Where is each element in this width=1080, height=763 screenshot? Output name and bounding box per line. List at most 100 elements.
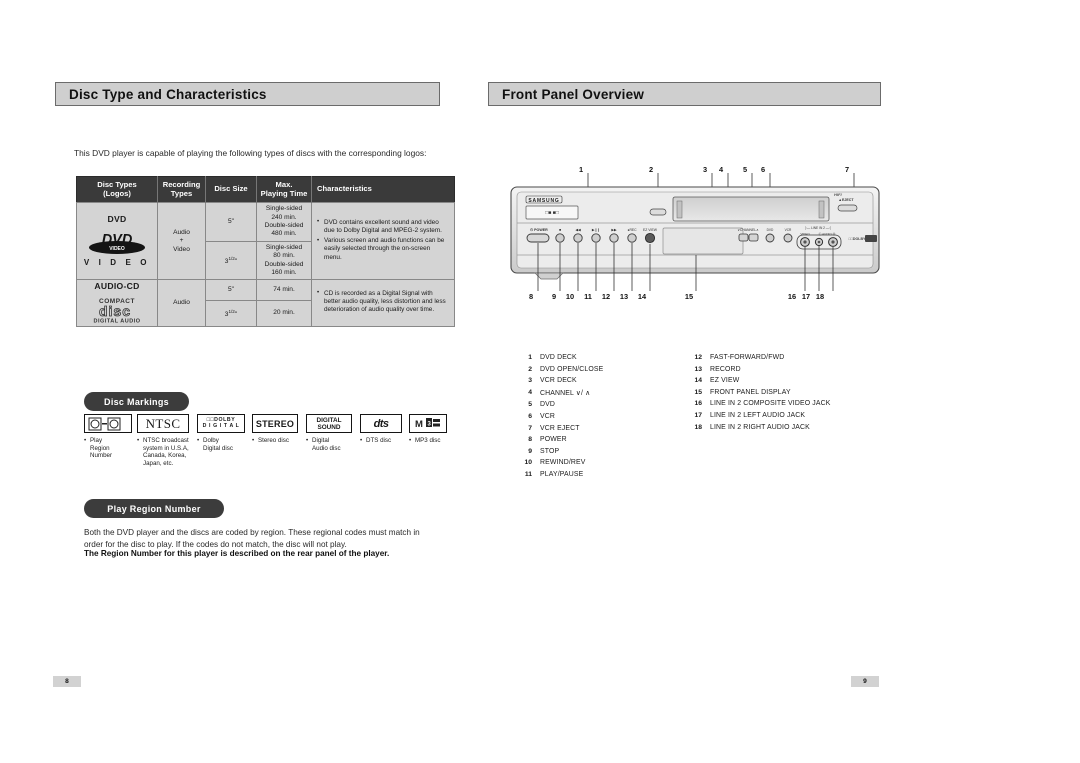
callout-11: 11: [584, 292, 592, 301]
callout-2: 2: [648, 165, 654, 174]
manual-spread: Disc Type and Characteristics This DVD p…: [0, 0, 1080, 763]
col-characteristics: Characteristics: [311, 176, 455, 203]
compact-disc-digital-audio-logo-icon: COMPACT disc DIGITAL AUDIO: [93, 298, 140, 324]
marking-mp3: M 3 MP3 disc: [409, 414, 447, 445]
front-panel-legend-right: 12 FAST-FORWARD/FWD 13 RECORD 14 EZ VIEW 15…: [688, 354, 883, 435]
ntsc-logo-icon: NTSC: [137, 414, 189, 433]
legend-item: 3 VCR DECK: [528, 377, 577, 385]
disc-type-table: Disc Types (Logos) Recording Types Disc …: [76, 176, 455, 327]
dts-logo-icon: dts: [360, 414, 402, 433]
svg-text:SAMSUNG: SAMSUNG: [528, 198, 559, 204]
callout-7: 7: [844, 165, 850, 174]
callout-13: 13: [619, 292, 629, 301]
intro-paragraph: This DVD player is capable of playing th…: [74, 148, 427, 158]
cell-audiocd-time-2: 20 min.: [256, 300, 312, 327]
svg-text:⏻ POWER: ⏻ POWER: [530, 228, 548, 232]
svg-text:EZ VIEW: EZ VIEW: [643, 228, 658, 232]
col-max-playing-time: Max. Playing Time: [256, 176, 312, 203]
page-number-left: 8: [53, 676, 81, 687]
callout-4: 4: [718, 165, 724, 174]
mp3-logo-icon: M 3: [409, 414, 447, 433]
cell-audiocd-time-1: 74 min.: [256, 279, 312, 302]
legend-item: 11 PLAY/PAUSE: [524, 470, 584, 478]
svg-text:DVD: DVD: [767, 228, 774, 232]
marking-caption: Dolby Digital disc: [197, 437, 245, 452]
legend-item: 5 DVD: [528, 401, 555, 409]
svg-text:VIDEO: VIDEO: [109, 246, 125, 252]
legend-item: 18 LINE IN 2 RIGHT AUDIO JACK: [694, 423, 810, 431]
legend-item: 13 RECORD: [694, 365, 741, 373]
marking-caption: MP3 disc: [409, 437, 447, 445]
callout-12: 12: [601, 292, 611, 301]
callout-17: 17: [801, 292, 811, 301]
callout-16: 16: [787, 292, 797, 301]
legend-item: 9 STOP: [528, 447, 560, 455]
legend-item: 17 LINE IN 2 LEFT AUDIO JACK: [694, 411, 806, 419]
marking-play-region-number: Play Region Number: [84, 414, 132, 460]
dvd-video-logo-icon: DVD VIDEO: [89, 232, 145, 254]
cell-dvd-characteristics: DVD contains excellent sound and video d…: [311, 202, 455, 281]
cell-dvd-time-1: Single-sided 240 min. Double-sided 480 m…: [256, 202, 312, 242]
legend-item: 8 POWER: [528, 436, 567, 444]
marking-caption: Digital Audio disc: [306, 437, 352, 452]
characteristic-item: CD is recorded as a Digital Signal with …: [317, 289, 449, 315]
cell-dvd-recording-type: Audio + Video: [157, 202, 206, 281]
svg-text:□■ ■□: □■ ■□: [545, 210, 558, 216]
svg-text:VCR: VCR: [785, 228, 792, 232]
digital-sound-logo-icon: DIGITAL SOUND: [306, 414, 352, 433]
svg-text:disc: disc: [99, 303, 131, 319]
svg-text:M: M: [415, 419, 423, 430]
front-panel-diagram: SAMSUNG □■ ■□ ▲EJECT HIFI ⏻ POWER ■ ◀◀ ▶…: [505, 165, 890, 305]
cell-dvd-size-1: 5": [205, 202, 257, 242]
characteristic-item: Various screen and audio functions can b…: [317, 237, 449, 262]
marking-digital-sound: DIGITALSOUND Digital Audio disc: [306, 414, 352, 452]
disc-name-audio-cd: AUDIO-CD: [94, 281, 140, 292]
marking-ntsc: NTSC NTSC broadcast system in U.S.A, Can…: [137, 414, 189, 467]
marking-caption: Stereo disc: [252, 437, 298, 445]
play-region-bold-note: The Region Number for this player is des…: [84, 549, 390, 558]
marking-stereo: STEREO Stereo disc: [252, 414, 298, 445]
callout-8: 8: [528, 292, 534, 301]
cell-audiocd-logo: AUDIO-CD COMPACT disc DIGITAL AUDIO: [76, 279, 158, 327]
svg-text:◀◀: ◀◀: [575, 228, 581, 232]
legend-item: 10 REWIND/REV: [524, 459, 586, 467]
cell-dvd-size-2: 31/2": [205, 240, 257, 281]
callout-5: 5: [742, 165, 748, 174]
svg-text:DIGITAL AUDIO: DIGITAL AUDIO: [93, 318, 140, 324]
svg-text:∨CHANNEL∧: ∨CHANNEL∧: [737, 228, 758, 232]
cell-audiocd-recording-type: Audio: [157, 279, 206, 327]
legend-item: 15 FRONT PANEL DISPLAY: [694, 388, 791, 396]
svg-text:■: ■: [559, 228, 561, 232]
page-number-right: 9: [851, 676, 879, 687]
dolby-digital-logo-icon: □□DOLBY D I G I T A L: [197, 414, 245, 433]
legend-item: 2 DVD OPEN/CLOSE: [528, 365, 604, 373]
legend-item: 12 FAST-FORWARD/FWD: [694, 354, 785, 361]
play-region-number-heading: Play Region Number: [84, 499, 224, 518]
cell-audiocd-size-1: 5": [205, 279, 257, 302]
callout-10: 10: [565, 292, 575, 301]
legend-item: 14 EZ VIEW: [694, 377, 740, 385]
table-row: AUDIO-CD COMPACT disc DIGITAL AUDIO Audi…: [76, 279, 455, 327]
front-panel-legend-left: 1 DVD DECK 2 DVD OPEN/CLOSE 3 VCR DECK 4 CHA…: [518, 354, 688, 483]
cell-dvd-time-2: Single-sided 80 min. Double-sided 160 mi…: [256, 240, 312, 281]
svg-text:▶❙❙: ▶❙❙: [592, 228, 600, 232]
svg-text:□□DOLBY: □□DOLBY: [849, 237, 867, 241]
table-row: DVD DVD VIDEO V I D E O Audio + Video 5": [76, 202, 455, 281]
left-page-title: Disc Type and Characteristics: [69, 86, 267, 102]
callout-9: 9: [551, 292, 557, 301]
left-section-header: Disc Type and Characteristics: [55, 82, 440, 106]
marking-dolby-digital: □□DOLBYD I G I T A L Dolby Digital disc: [197, 414, 245, 452]
callout-3: 3: [702, 165, 708, 174]
callout-14: 14: [637, 292, 647, 301]
disc-markings-row: Play Region Number NTSC NTSC broadcast s…: [84, 414, 447, 476]
dvd-video-wordmark: V I D E O: [83, 257, 151, 267]
callout-18: 18: [815, 292, 825, 301]
marking-dts: dts DTS disc: [360, 414, 402, 445]
col-disc-types: Disc Types (Logos): [76, 176, 158, 203]
svg-text:├— LINE IN 2 —┤: ├— LINE IN 2 —┤: [805, 226, 831, 230]
table-header-row: Disc Types (Logos) Recording Types Disc …: [76, 176, 455, 203]
svg-text:●REC: ●REC: [627, 228, 637, 232]
callout-6: 6: [760, 165, 766, 174]
right-section-header: Front Panel Overview: [488, 82, 881, 106]
stereo-logo-icon: STEREO: [252, 414, 298, 433]
